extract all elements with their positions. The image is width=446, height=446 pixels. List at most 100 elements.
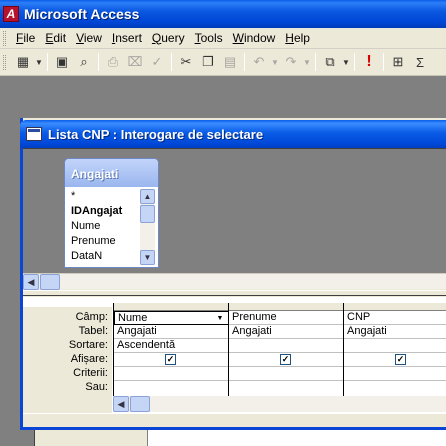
field-list-angajati[interactable]: Angajati * IDAngajat Nume Prenume DataN …	[64, 158, 159, 268]
app-title-bar: A Microsoft Access	[0, 0, 446, 28]
background-window-content	[147, 430, 446, 446]
scroll-up-icon[interactable]: ▲	[140, 189, 155, 204]
menu-query[interactable]: Query	[148, 29, 191, 48]
toolbar-separator	[47, 53, 48, 71]
copy-icon[interactable]: ❐	[197, 51, 219, 73]
field-list-item[interactable]: *	[67, 189, 141, 204]
pane-splitter[interactable]	[23, 290, 446, 296]
app-title: Microsoft Access	[24, 6, 140, 22]
query-window-title: Lista CNP : Interogare de selectare	[48, 126, 264, 142]
criteria-cell[interactable]	[344, 367, 446, 381]
chevron-down-icon[interactable]: ▼	[213, 313, 227, 324]
scroll-left-icon[interactable]: ◀	[23, 274, 39, 290]
or-cell[interactable]	[344, 381, 446, 395]
row-label-table: Tabel:	[78, 325, 108, 337]
access-logo-icon[interactable]: A	[3, 6, 19, 22]
criteria-cell[interactable]	[229, 367, 344, 381]
scroll-thumb[interactable]	[140, 205, 155, 223]
toolbar-separator	[244, 53, 245, 71]
field-list-item[interactable]: DataN	[67, 249, 141, 264]
menu-file[interactable]: File	[12, 29, 41, 48]
spelling-icon[interactable]: ✓	[146, 51, 168, 73]
column-selector[interactable]	[114, 303, 229, 311]
search-icon[interactable]: ⌕	[73, 51, 95, 73]
design-grid-scrollbar[interactable]: ◀	[113, 396, 446, 412]
field-list-scrollbar[interactable]: ▲ ▼	[140, 189, 155, 265]
run-icon[interactable]: !	[358, 51, 380, 73]
mdi-client-area	[0, 76, 20, 446]
field-list-items: * IDAngajat Nume Prenume DataN	[67, 189, 141, 264]
menu-edit[interactable]: Edit	[41, 29, 72, 48]
field-cell[interactable]: Prenume	[229, 311, 344, 325]
grid-column: Nume ▼ Angajati Ascendentă ✓	[113, 303, 229, 399]
show-table-icon[interactable]: ⊞	[387, 51, 409, 73]
print-icon[interactable]: ⎙	[102, 51, 124, 73]
field-list-item[interactable]: Prenume	[67, 234, 141, 249]
row-label-show: Afișare:	[70, 353, 108, 365]
undo-dropdown-icon[interactable]: ▼	[270, 51, 280, 73]
menu-window[interactable]: Window	[229, 29, 282, 48]
menu-insert[interactable]: Insert	[108, 29, 148, 48]
scroll-thumb[interactable]	[40, 274, 60, 290]
menu-help[interactable]: Help	[281, 29, 316, 48]
table-cell[interactable]: Angajati	[344, 325, 446, 339]
field-cell[interactable]: CNP	[344, 311, 446, 325]
column-selector[interactable]	[229, 303, 344, 311]
show-cell: ✓	[229, 353, 344, 367]
toolbar-separator	[354, 53, 355, 71]
show-checkbox[interactable]: ✓	[280, 354, 291, 365]
design-grid-columns: Nume ▼ Angajati Ascendentă ✓ Prenume Ang…	[113, 303, 446, 399]
undo-icon[interactable]: ↶	[248, 51, 270, 73]
redo-dropdown-icon[interactable]: ▼	[302, 51, 312, 73]
scroll-down-icon[interactable]: ▼	[140, 250, 155, 265]
cut-icon[interactable]: ✂	[175, 51, 197, 73]
menu-bar: File Edit View Insert Query Tools Window…	[0, 28, 446, 49]
table-pane-scrollbar[interactable]: ◀	[23, 273, 446, 290]
paste-icon[interactable]: ▤	[219, 51, 241, 73]
totals-icon[interactable]: Σ	[409, 51, 431, 73]
toolbar-separator	[98, 53, 99, 71]
view-dropdown-icon[interactable]: ▼	[34, 51, 44, 73]
field-list-item[interactable]: Nume	[67, 219, 141, 234]
design-grid-row-labels: Câmp: Tabel: Sortare: Afișare: Criterii:…	[23, 307, 112, 413]
sort-cell[interactable]: Ascendentă	[114, 339, 229, 353]
toolbar-separator	[383, 53, 384, 71]
or-cell[interactable]	[229, 381, 344, 395]
sort-cell[interactable]	[344, 339, 446, 353]
query-window-title-bar[interactable]: Lista CNP : Interogare de selectare	[20, 120, 446, 148]
field-list-item-primary-key[interactable]: IDAngajat	[67, 204, 141, 219]
menu-tools[interactable]: Tools	[191, 29, 229, 48]
query-design-toolbar: ▦ ▼ ▣ ⌕ ⎙ ⌧ ✓ ✂ ❐ ▤ ↶ ▼ ↷ ▼ ⧉ ▼ ! ⊞ Σ	[0, 49, 446, 76]
sort-cell[interactable]	[229, 339, 344, 353]
toolbar-separator	[171, 53, 172, 71]
toolbar-separator	[315, 53, 316, 71]
field-list-title[interactable]: Angajati	[65, 159, 158, 187]
grid-column: Prenume Angajati ✓	[228, 303, 344, 399]
scroll-thumb[interactable]	[130, 396, 150, 412]
table-cell[interactable]: Angajati	[229, 325, 344, 339]
menu-view[interactable]: View	[72, 29, 108, 48]
query-window-icon[interactable]	[26, 127, 42, 141]
menu-grip-handle[interactable]	[3, 30, 6, 46]
show-checkbox[interactable]: ✓	[395, 354, 406, 365]
query-type-icon[interactable]: ⧉	[319, 51, 341, 73]
redo-icon[interactable]: ↷	[280, 51, 302, 73]
table-cell[interactable]: Angajati	[114, 325, 229, 339]
criteria-cell[interactable]	[114, 367, 229, 381]
row-label-or: Sau:	[85, 381, 108, 393]
toolbar-grip-handle[interactable]	[3, 54, 6, 70]
show-cell: ✓	[114, 353, 229, 367]
row-label-field: Câmp:	[75, 311, 108, 323]
column-selector[interactable]	[344, 303, 446, 311]
print-preview-icon[interactable]: ⌧	[124, 51, 146, 73]
or-cell[interactable]	[114, 381, 229, 395]
query-type-dropdown-icon[interactable]: ▼	[341, 51, 351, 73]
row-label-criteria: Criterii:	[73, 367, 108, 379]
scroll-left-icon[interactable]: ◀	[113, 396, 129, 412]
show-cell: ✓	[344, 353, 446, 367]
view-icon[interactable]: ▦	[12, 51, 34, 73]
show-checkbox[interactable]: ✓	[165, 354, 176, 365]
field-cell[interactable]: Nume ▼	[114, 311, 229, 325]
save-icon[interactable]: ▣	[51, 51, 73, 73]
grid-column: CNP Angajati ✓	[343, 303, 446, 399]
